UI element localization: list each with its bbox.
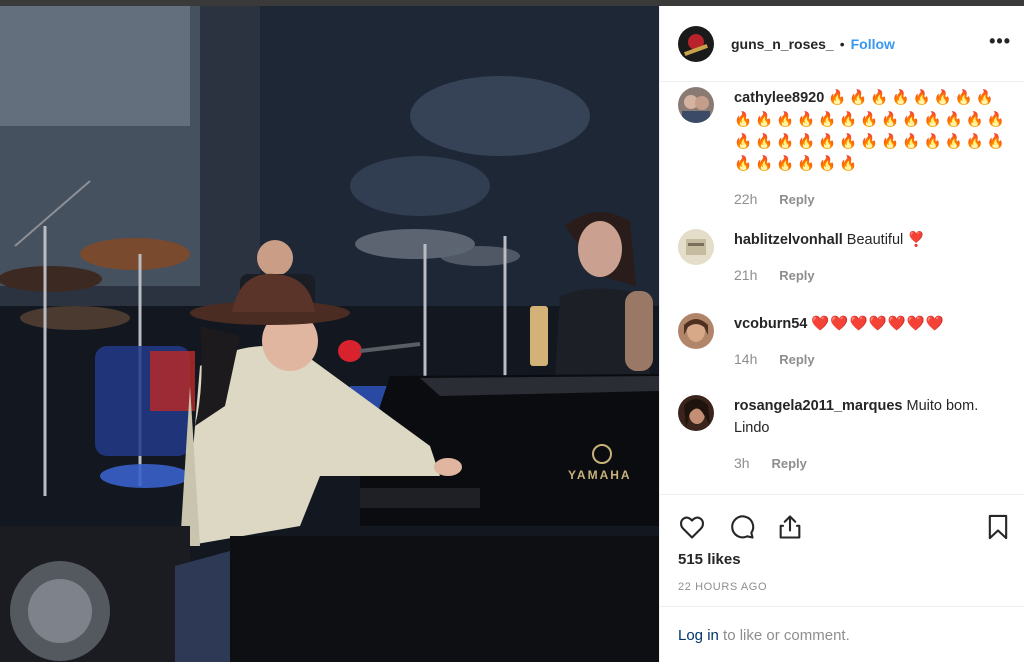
comment-time[interactable]: 14h [734, 351, 757, 367]
comment-avatar[interactable] [678, 229, 714, 265]
post-photo[interactable]: YAMAHA [0, 6, 659, 662]
reply-button[interactable]: Reply [779, 268, 814, 283]
comment-avatar[interactable] [678, 313, 714, 349]
login-bar: Log in to like or comment. [660, 606, 1024, 662]
separator-dot: • [839, 35, 845, 52]
avatar-image [678, 395, 714, 431]
comment-text: Beautiful ❣️ [846, 232, 926, 248]
avatar-image [678, 229, 714, 265]
comment-time[interactable]: 22h [734, 191, 757, 207]
comment-meta: 21h Reply [734, 264, 1014, 287]
comment-icon[interactable] [728, 513, 756, 541]
comment-time[interactable]: 3h [734, 455, 750, 471]
profile-avatar[interactable] [678, 25, 714, 62]
piano-brand-text: YAMAHA [568, 468, 632, 482]
heart-icon[interactable] [678, 513, 706, 541]
comment-username[interactable]: vcoburn54 [734, 316, 807, 332]
comment-username[interactable]: hablitzelvonhall [734, 232, 843, 248]
concert-photo-illustration: YAMAHA [0, 6, 659, 662]
comment-meta: 3h Reply [734, 452, 1014, 475]
login-link[interactable]: Log in [678, 627, 719, 644]
reply-button[interactable]: Reply [771, 456, 806, 471]
more-options-icon[interactable]: ••• [989, 32, 1011, 50]
avatar-image [678, 313, 714, 349]
avatar-image [678, 87, 714, 123]
login-prompt-text: to like or comment. [718, 627, 850, 644]
bookmark-icon[interactable] [984, 513, 1012, 541]
profile-username[interactable]: guns_n_roses_ [731, 36, 834, 52]
comment-body: hablitzelvonhall Beautiful ❣️ 21h Reply [734, 229, 1014, 287]
comment-username[interactable]: rosangela2011_marques [734, 398, 902, 414]
follow-button[interactable]: Follow [851, 36, 895, 52]
share-icon[interactable] [776, 513, 804, 541]
comment-text: ❤️❤️❤️❤️❤️❤️❤️ [811, 316, 945, 332]
post-timestamp[interactable]: 22 HOURS AGO [678, 581, 767, 593]
post-side-panel: guns_n_roses_ • Follow ••• cathylee8920 … [659, 6, 1024, 662]
comment-meta: 22h Reply [734, 188, 1014, 211]
post-actions: 515 likes 22 HOURS AGO [660, 494, 1024, 606]
comment-body: rosangela2011_marques Muito bom. Lindo 3… [734, 395, 1014, 475]
comment-username[interactable]: cathylee8920 [734, 90, 824, 106]
reply-button[interactable]: Reply [779, 352, 814, 367]
comment-avatar[interactable] [678, 395, 714, 431]
comment-body: cathylee8920 🔥🔥🔥🔥🔥🔥🔥🔥🔥🔥🔥🔥🔥🔥🔥🔥🔥🔥🔥🔥🔥🔥🔥🔥🔥🔥🔥… [734, 87, 1014, 211]
comment-meta: 14h Reply [734, 348, 1014, 371]
post-header: guns_n_roses_ • Follow ••• [660, 6, 1024, 82]
reply-button[interactable]: Reply [779, 192, 814, 207]
comment-body: vcoburn54 ❤️❤️❤️❤️❤️❤️❤️ 14h Reply [734, 313, 1014, 371]
likes-count[interactable]: 515 likes [678, 551, 741, 568]
comment-time[interactable]: 21h [734, 267, 757, 283]
comments-list[interactable]: cathylee8920 🔥🔥🔥🔥🔥🔥🔥🔥🔥🔥🔥🔥🔥🔥🔥🔥🔥🔥🔥🔥🔥🔥🔥🔥🔥🔥🔥… [660, 83, 1024, 493]
comment-avatar[interactable] [678, 87, 714, 123]
